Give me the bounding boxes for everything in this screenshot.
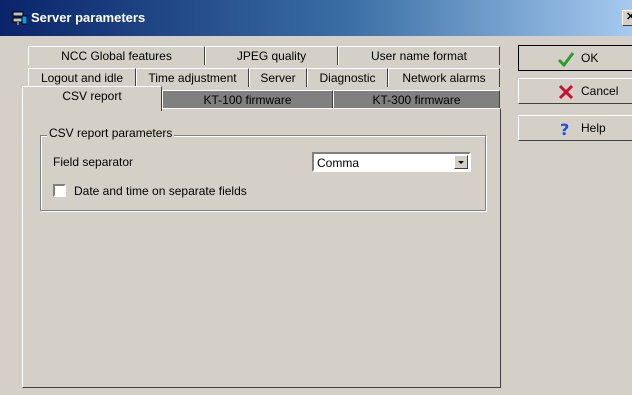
tab-user-name-format[interactable]: User name format [338, 46, 500, 65]
red-x-icon [558, 84, 574, 100]
date-time-separate-checkbox[interactable] [53, 184, 66, 197]
tab-logout-and-idle[interactable]: Logout and idle [28, 68, 136, 87]
help-label: Help [581, 121, 606, 135]
help-button[interactable]: ? Help [518, 115, 632, 141]
close-button[interactable]: ✕ [622, 10, 632, 26]
field-separator-label: Field separator [53, 155, 134, 169]
cancel-button[interactable]: Cancel [518, 78, 632, 104]
field-separator-value: Comma [317, 156, 360, 170]
csv-report-parameters-group [40, 135, 486, 211]
ok-label: OK [581, 51, 599, 65]
tab-ncc-global-features[interactable]: NCC Global features [28, 46, 205, 65]
window-title: Server parameters [31, 10, 146, 25]
chevron-down-icon[interactable] [454, 155, 468, 169]
cancel-label: Cancel [581, 84, 619, 98]
tab-server[interactable]: Server [249, 68, 307, 87]
server-parameters-window: Server parameters ✕ NCC Global features … [0, 0, 632, 395]
tab-csv-report[interactable]: CSV report [22, 86, 162, 111]
blue-question-mark-icon: ? [560, 121, 569, 137]
group-title: CSV report parameters [47, 126, 175, 140]
field-separator-select[interactable]: Comma [312, 152, 471, 172]
green-checkmark-icon [557, 52, 575, 67]
tab-kt-100-firmware[interactable]: KT-100 firmware [162, 90, 333, 109]
tab-time-adjustment[interactable]: Time adjustment [136, 68, 249, 87]
date-time-separate-label[interactable]: Date and time on separate fields [74, 184, 247, 198]
tab-network-alarms[interactable]: Network alarms [388, 68, 500, 87]
svg-text:?: ? [560, 121, 569, 137]
tab-diagnostic[interactable]: Diagnostic [307, 68, 388, 87]
tab-kt-300-firmware[interactable]: KT-300 firmware [333, 90, 500, 109]
server-config-icon [12, 11, 28, 25]
tab-jpeg-quality[interactable]: JPEG quality [205, 46, 338, 65]
ok-button[interactable]: OK [518, 45, 632, 71]
title-bar[interactable]: Server parameters ✕ [0, 0, 632, 36]
